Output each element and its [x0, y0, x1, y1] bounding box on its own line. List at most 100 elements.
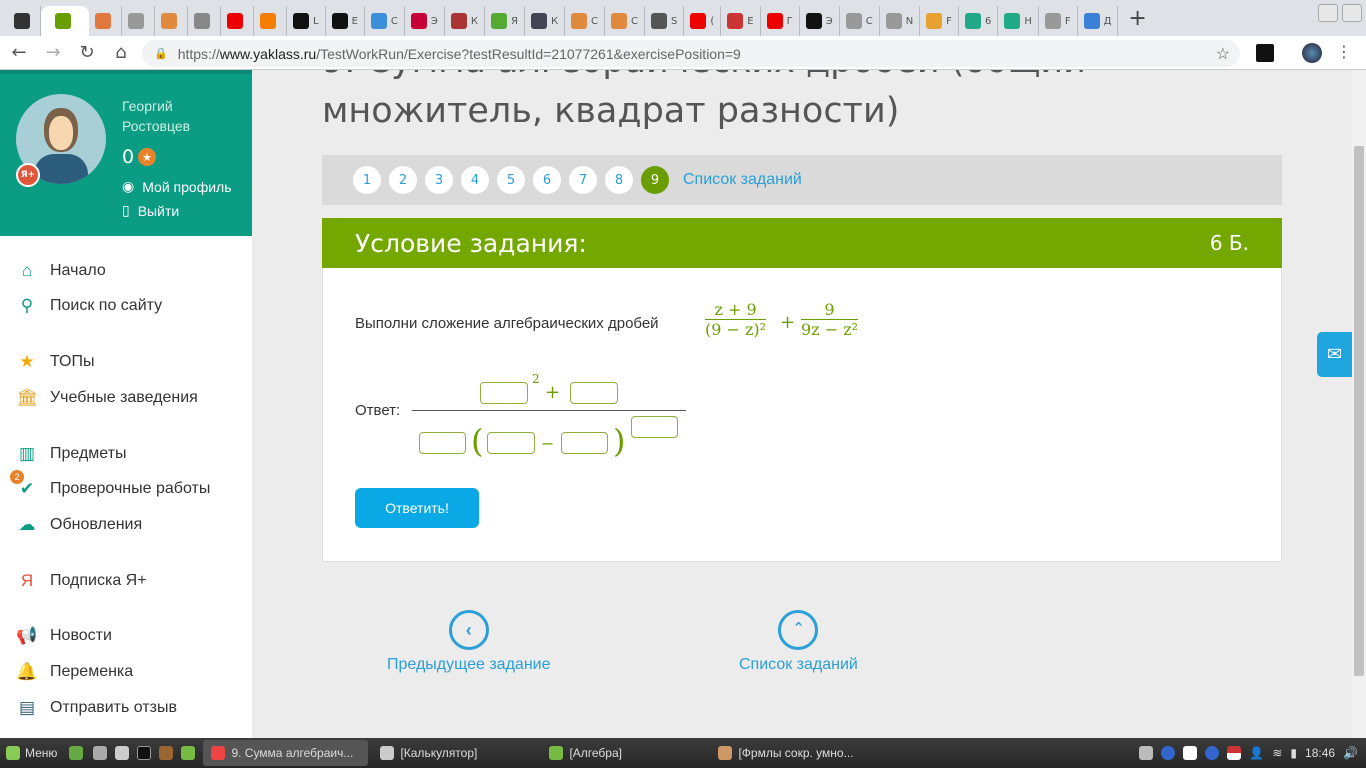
tab-title: S — [671, 15, 678, 27]
user-icon[interactable]: 👤 — [1249, 746, 1264, 760]
sidebar-item[interactable]: ⌂ Начало — [16, 260, 106, 282]
terminal-icon[interactable] — [137, 746, 152, 760]
browser-tab[interactable] — [89, 6, 122, 36]
minimize-button[interactable] — [1318, 4, 1338, 22]
menu-dots-icon[interactable]: ⋮ — [1336, 42, 1352, 61]
extension-icon[interactable] — [1256, 44, 1274, 62]
browser-tab[interactable]: F — [1039, 6, 1078, 36]
network-icon[interactable] — [1139, 746, 1154, 760]
answer-input-6[interactable] — [631, 416, 678, 438]
us-flag-icon[interactable] — [1227, 746, 1242, 760]
battery-icon[interactable]: ▮ — [1290, 746, 1297, 760]
mail-feedback-button[interactable]: ✉ — [1317, 332, 1352, 377]
logout-link[interactable]: ▯ Выйти — [122, 202, 179, 219]
show-desktop-icon[interactable] — [69, 746, 84, 760]
browser-tab[interactable]: Д — [1078, 6, 1119, 36]
reload-icon[interactable]: ↻ — [72, 42, 102, 63]
back-icon[interactable]: ← — [4, 42, 34, 63]
browser-tab[interactable]: Э — [405, 6, 445, 36]
close-window-button[interactable] — [1342, 4, 1362, 22]
browser-tab[interactable]: К — [525, 6, 566, 36]
sidebar-item[interactable]: ★ ТОПы — [16, 351, 94, 373]
profile-avatar-icon[interactable] — [1302, 43, 1322, 63]
browser-tab[interactable]: L — [287, 6, 326, 36]
browser-tab[interactable]: E — [326, 6, 365, 36]
browser-tab[interactable]: С — [840, 6, 880, 36]
forward-icon[interactable]: → — [38, 42, 68, 63]
page-button[interactable]: 3 — [425, 166, 453, 194]
browser-tab[interactable]: К — [445, 6, 485, 36]
page-button[interactable]: 4 — [461, 166, 489, 194]
answer-input-5[interactable] — [561, 432, 608, 454]
browser-tab[interactable] — [254, 6, 287, 36]
page-button[interactable]: 6 — [533, 166, 561, 194]
sidebar-item[interactable]: Я Подписка Я+ — [16, 570, 147, 592]
files-icon[interactable] — [181, 746, 196, 760]
wifi-icon[interactable]: ≋ — [1272, 746, 1282, 760]
url-bar[interactable]: 🔒 https://www.yaklass.ru/TestWorkRun/Exe… — [142, 40, 1240, 67]
bookmark-star-icon[interactable]: ☆ — [1216, 44, 1230, 64]
browser-tab[interactable] — [188, 6, 221, 36]
page-button[interactable]: 9 — [641, 166, 669, 194]
taskbar-window[interactable]: [Алгебра] — [541, 740, 706, 766]
sidebar-item[interactable]: ▥ Предметы — [16, 443, 127, 465]
task-list-link[interactable]: ˆ Список заданий — [739, 610, 858, 674]
task-list-link[interactable]: Список заданий — [683, 171, 802, 189]
page-button[interactable]: 8 — [605, 166, 633, 194]
monitor-icon[interactable] — [159, 746, 174, 760]
browser-tab[interactable]: С — [605, 6, 646, 36]
taskbar-window[interactable]: 9. Сумма алгебраич... — [203, 740, 369, 766]
calculator-icon[interactable] — [115, 746, 130, 760]
my-profile-link[interactable]: ◉ Мой профиль — [122, 178, 232, 195]
sidebar-item[interactable]: 🔔 Переменка — [16, 661, 133, 683]
sidebar-item[interactable]: 🏛 Учебные заведения — [16, 387, 198, 409]
taskbar-window[interactable]: [Калькулятор] — [372, 740, 537, 766]
browser-tab[interactable] — [41, 6, 89, 36]
page-button[interactable]: 1 — [353, 166, 381, 194]
sidebar-item[interactable]: 📢 Новости — [16, 625, 112, 647]
answer-input-3[interactable] — [419, 432, 466, 454]
sidebar-item[interactable]: ☁ Обновления — [16, 514, 143, 536]
diamond-icon — [611, 13, 628, 29]
page-button[interactable]: 5 — [497, 166, 525, 194]
browser-tab[interactable]: ( — [684, 6, 722, 36]
sidebar-item[interactable]: ⚲ Поиск по сайту — [16, 295, 162, 317]
submit-answer-button[interactable]: Ответить! — [355, 488, 479, 528]
browser-tab[interactable] — [221, 6, 254, 36]
browser-tab[interactable]: Г — [761, 6, 800, 36]
browser-tab[interactable]: Я — [485, 6, 525, 36]
browser-tab[interactable]: Э — [800, 6, 840, 36]
browser-tab[interactable] — [122, 6, 155, 36]
browser-tab[interactable]: N — [880, 6, 921, 36]
browser-tab[interactable]: Е — [721, 6, 761, 36]
new-tab-button[interactable]: + — [1128, 6, 1146, 31]
answer-input-4[interactable] — [487, 432, 535, 454]
shield-icon[interactable] — [1161, 746, 1176, 760]
previous-task-link[interactable]: ‹ Предыдущее задание — [387, 610, 550, 674]
sidebar-item[interactable]: ▤ Отправить отзыв — [16, 697, 177, 719]
scrollbar[interactable] — [1352, 70, 1366, 738]
browser-tab[interactable]: Н — [998, 6, 1039, 36]
browser-tab[interactable] — [8, 6, 41, 36]
page-button[interactable]: 2 — [389, 166, 417, 194]
clock[interactable]: 18:46 — [1305, 746, 1335, 760]
volume-icon[interactable]: 🔊 — [1343, 746, 1358, 760]
browser-tab[interactable]: 6 — [959, 6, 999, 36]
home-icon[interactable]: ⌂ — [106, 42, 136, 63]
browser-tab[interactable]: С — [565, 6, 606, 36]
browser-tab[interactable] — [155, 6, 188, 36]
browser-tab[interactable]: C — [365, 6, 405, 36]
scrollbar-thumb[interactable] — [1354, 146, 1364, 676]
page-button[interactable]: 7 — [569, 166, 597, 194]
browser-tab[interactable]: S — [645, 6, 685, 36]
answer-fraction-line — [412, 410, 686, 411]
bluetooth-icon[interactable] — [1205, 746, 1220, 760]
answer-input-2[interactable] — [570, 382, 618, 404]
sidebar-item[interactable]: ✔ 2 Проверочные работы — [10, 470, 210, 500]
answer-input-1[interactable] — [480, 382, 528, 404]
taskbar-window[interactable]: [Фрмлы сокр. умно... — [710, 740, 875, 766]
chat-tray-icon[interactable] — [1183, 746, 1198, 760]
start-menu-button[interactable]: Меню — [0, 746, 63, 760]
camera-icon[interactable] — [93, 746, 108, 760]
browser-tab[interactable]: F — [920, 6, 959, 36]
